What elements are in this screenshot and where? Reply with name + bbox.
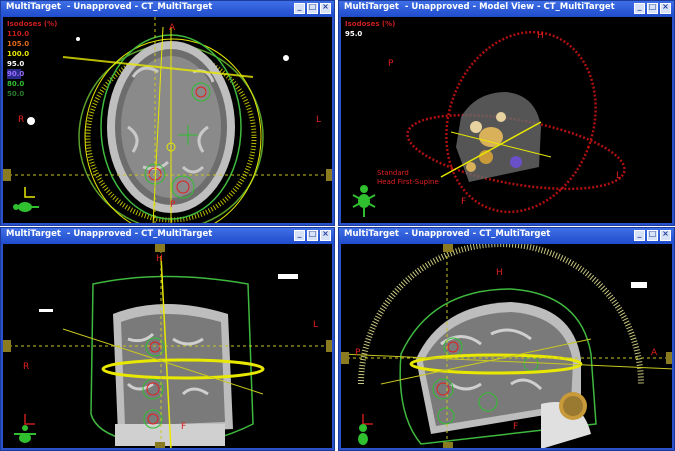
orientation-label: F — [461, 197, 467, 207]
axial-view[interactable]: Isodoses (%) 110.0 105.0 100.0 95.0 90.0… — [3, 17, 332, 223]
window-maximize-icon[interactable]: □ — [647, 229, 658, 241]
window-title: MultiTarget - Unapproved - CT_MultiTarge… — [6, 229, 213, 239]
titlebar[interactable]: MultiTarget - Unapproved - CT_MultiTarge… — [1, 1, 334, 17]
isodose-level: 110.0 — [7, 30, 30, 38]
patient-position-label: Standard Head First-Supine — [377, 169, 439, 187]
coronal-view[interactable]: H R L F — [3, 244, 332, 448]
orientation-label: H — [156, 254, 163, 264]
window-top-right: MultiTarget - Unapproved - Model View - … — [338, 0, 675, 226]
orientation-label: L — [616, 171, 622, 181]
window-close-icon[interactable]: × — [660, 229, 671, 241]
titlebar[interactable]: MultiTarget - Unapproved - CT_MultiTarge… — [339, 228, 674, 244]
model-view[interactable]: Isodoses (%) 95.0 H P L F Standard Head … — [341, 17, 672, 223]
isodose-level: 100.0 — [7, 50, 30, 58]
window-minimize-icon[interactable]: _ — [634, 229, 645, 241]
model-isodose-legend: Isodoses (%) 95.0 — [345, 19, 395, 39]
patient-position-line: Standard — [377, 169, 409, 177]
sagittal-view[interactable]: H P A F — [341, 244, 672, 448]
window-close-icon[interactable]: × — [320, 229, 331, 241]
orientation-label: R — [18, 115, 25, 125]
orientation-label: P — [170, 200, 176, 210]
window-minimize-icon[interactable]: _ — [294, 229, 305, 241]
window-minimize-icon[interactable]: _ — [634, 2, 645, 14]
window-title: MultiTarget - Unapproved - Model View - … — [344, 2, 615, 12]
patient-position-line: Head First-Supine — [377, 178, 439, 186]
patient-figure-icon — [358, 414, 373, 445]
titlebar[interactable]: MultiTarget - Unapproved - Model View - … — [339, 1, 674, 17]
orientation-label: F — [513, 422, 519, 432]
window-maximize-icon[interactable]: □ — [307, 2, 318, 14]
orientation-label: R — [23, 362, 30, 372]
window-top-left: MultiTarget - Unapproved - CT_MultiTarge… — [0, 0, 335, 226]
isodose-level: 95.0 — [7, 60, 25, 68]
model-legend-header: Isodoses (%) — [345, 20, 396, 28]
patient-figure-icon — [14, 414, 36, 443]
coronal-ct-image — [3, 244, 332, 448]
isodose-level: 50.0 — [7, 90, 25, 98]
isodose-legend: Isodoses (%) 110.0 105.0 100.0 95.0 90.0… — [7, 19, 57, 99]
model-legend-value: 95.0 — [345, 30, 363, 38]
window-bottom-right: MultiTarget - Unapproved - CT_MultiTarge… — [338, 227, 675, 451]
window-maximize-icon[interactable]: □ — [647, 2, 658, 14]
window-title: MultiTarget - Unapproved - CT_MultiTarge… — [6, 2, 213, 12]
model-3d-render — [406, 30, 626, 214]
sagittal-ct-image — [341, 244, 672, 448]
orientation-label: H — [496, 268, 503, 278]
orientation-label: P — [355, 348, 361, 358]
orientation-label: F — [181, 422, 187, 432]
isodose-legend-header: Isodoses (%) — [7, 20, 58, 28]
patient-figure-icon — [352, 185, 376, 217]
orientation-label: A — [169, 23, 176, 33]
window-close-icon[interactable]: × — [660, 2, 671, 14]
window-minimize-icon[interactable]: _ — [294, 2, 305, 14]
titlebar[interactable]: MultiTarget - Unapproved - CT_MultiTarge… — [1, 228, 334, 244]
orientation-label: L — [316, 115, 322, 125]
orientation-label: L — [313, 320, 319, 330]
orientation-label: A — [651, 348, 658, 358]
isodose-level: 105.0 — [7, 40, 30, 48]
patient-figure-icon — [13, 187, 39, 212]
orientation-label: H — [537, 31, 544, 41]
window-maximize-icon[interactable]: □ — [307, 229, 318, 241]
window-title: MultiTarget - Unapproved - CT_MultiTarge… — [344, 229, 551, 239]
orientation-label: P — [388, 59, 394, 69]
isodose-level: 80.0 — [7, 80, 25, 88]
window-close-icon[interactable]: × — [320, 2, 331, 14]
window-bottom-left: MultiTarget - Unapproved - CT_MultiTarge… — [0, 227, 335, 451]
isodose-level: 90.0 — [7, 69, 25, 79]
